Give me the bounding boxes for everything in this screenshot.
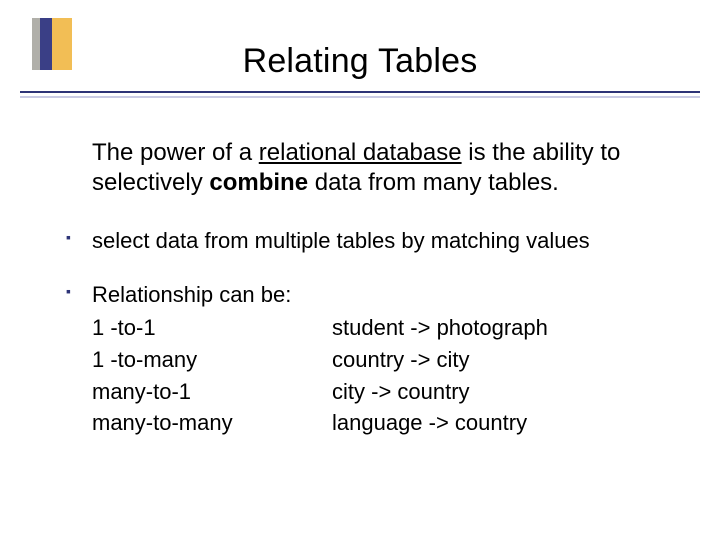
rel-left-1: 1 -to-1 — [92, 313, 292, 343]
relationship-grid: 1 -to-1 student -> photograph 1 -to-many… — [92, 313, 670, 438]
rel-right-2: country -> city — [332, 345, 670, 375]
title-area: Relating Tables — [0, 42, 720, 87]
intro-paragraph: The power of a relational database is th… — [92, 138, 670, 198]
rel-right-3: city -> country — [332, 377, 670, 407]
rel-right-1: student -> photograph — [332, 313, 670, 343]
rel-left-4: many-to-many — [92, 408, 292, 438]
rel-left-3: many-to-1 — [92, 377, 292, 407]
bullet-item-1: select data from multiple tables by matc… — [70, 226, 670, 256]
slide: Relating Tables The power of a relationa… — [0, 0, 720, 540]
rel-left-2: 1 -to-many — [92, 345, 292, 375]
title-underline — [20, 91, 700, 93]
slide-body: The power of a relational database is th… — [70, 138, 670, 462]
slide-title: Relating Tables — [0, 42, 720, 81]
bullet-1-text: select data from multiple tables by matc… — [92, 228, 590, 253]
bullet-list: select data from multiple tables by matc… — [70, 226, 670, 438]
rel-right-4: language -> country — [332, 408, 670, 438]
intro-underline: relational database — [259, 139, 462, 166]
intro-bold: combine — [209, 169, 308, 196]
intro-text-pre: The power of a — [92, 139, 259, 166]
bullet-item-2: Relationship can be: 1 -to-1 student -> … — [70, 280, 670, 438]
bullet-2-lead: Relationship can be: — [92, 282, 291, 307]
intro-text-post: data from many tables. — [308, 169, 559, 196]
